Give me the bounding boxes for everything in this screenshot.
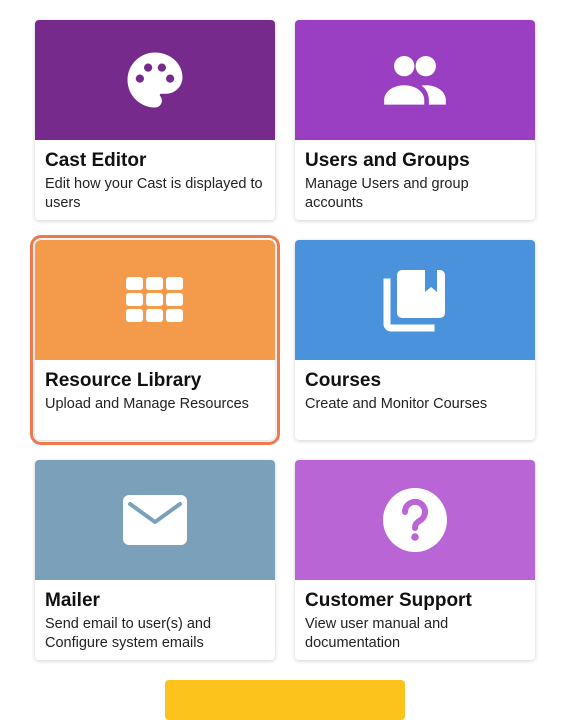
card-title: Mailer xyxy=(45,590,100,611)
card-description: View user manual and documentation xyxy=(305,616,449,651)
users-icon xyxy=(378,43,452,117)
card-description: Send email to user(s) and Configure syst… xyxy=(45,616,212,651)
card-mailer-banner xyxy=(35,460,275,580)
card-courses-banner xyxy=(295,240,535,360)
card-users-and-groups[interactable]: Users and Groups Manage Users and group … xyxy=(295,20,535,220)
card-customer-support-banner xyxy=(295,460,535,580)
card-resource-library[interactable]: Resource Library Upload and Manage Resou… xyxy=(30,235,280,445)
card-title: Resource Library xyxy=(45,370,202,391)
help-icon xyxy=(382,487,448,553)
card-title: Courses xyxy=(305,370,382,391)
card-description: Edit how your Cast is displayed to users xyxy=(45,176,263,211)
card-description: Create and Monitor Courses xyxy=(305,396,488,412)
palette-icon xyxy=(122,47,188,113)
card-title: Users and Groups xyxy=(305,150,470,171)
card-title: Cast Editor xyxy=(45,150,147,171)
card-cast-editor-banner xyxy=(35,20,275,140)
mail-icon xyxy=(122,494,188,546)
card-resource-library-banner xyxy=(35,240,275,360)
card-customer-support[interactable]: Customer Support View user manual and do… xyxy=(295,460,535,660)
card-courses[interactable]: Courses Create and Monitor Courses xyxy=(295,240,535,440)
card-mailer[interactable]: Mailer Send email to user(s) and Configu… xyxy=(35,460,275,660)
card-users-and-groups-banner xyxy=(295,20,535,140)
card-title: Customer Support xyxy=(305,590,472,611)
library-books-icon xyxy=(381,266,449,334)
bottom-action-button[interactable] xyxy=(165,680,405,720)
card-description: Manage Users and group accounts xyxy=(305,176,469,211)
card-description: Upload and Manage Resources xyxy=(45,396,249,412)
grid-icon xyxy=(125,276,185,324)
card-cast-editor[interactable]: Cast Editor Edit how your Cast is displa… xyxy=(35,20,275,220)
dashboard-grid: Cast Editor Edit how your Cast is displa… xyxy=(0,0,570,720)
